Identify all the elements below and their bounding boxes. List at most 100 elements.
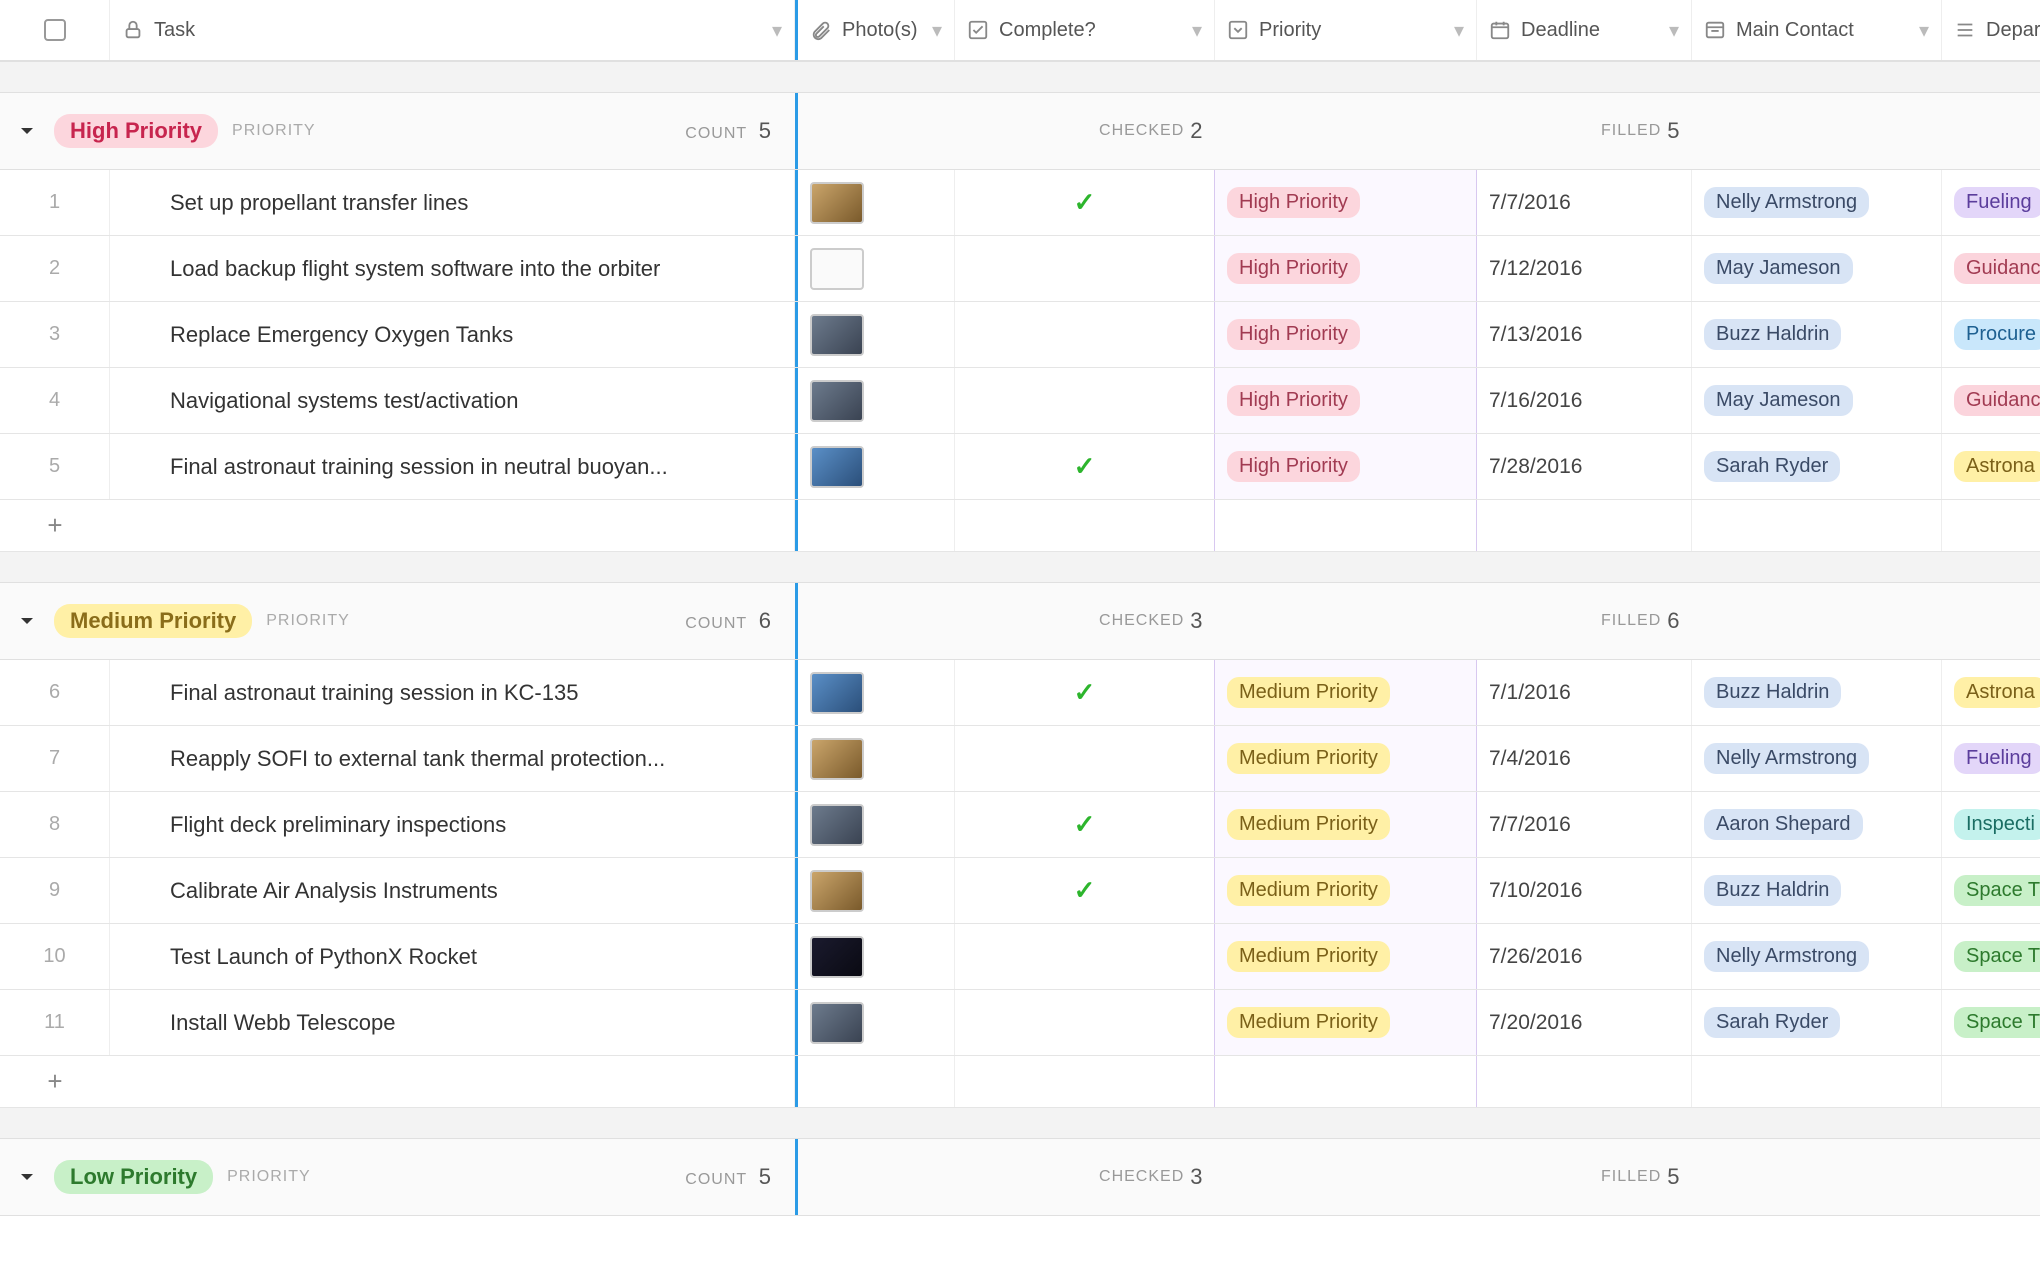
header-dept[interactable]: Depar [1942,0,2040,60]
contact-cell[interactable]: Buzz Haldrin [1692,660,1942,725]
contact-cell[interactable]: Nelly Armstrong [1692,170,1942,235]
priority-cell[interactable]: Medium Priority [1215,660,1477,725]
table-row[interactable]: 9 Calibrate Air Analysis Instruments ✓ M… [0,858,2040,924]
chevron-down-icon[interactable]: ▾ [1669,18,1679,43]
contact-cell[interactable]: May Jameson [1692,236,1942,301]
table-row[interactable]: 2 Load backup flight system software int… [0,236,2040,302]
photo-thumbnail[interactable] [810,870,864,912]
photo-thumbnail[interactable] [810,804,864,846]
header-photo[interactable]: Photo(s) ▾ [795,0,955,60]
deadline-cell[interactable]: 7/7/2016 [1477,170,1692,235]
photo-cell[interactable] [795,858,955,923]
task-cell[interactable]: Calibrate Air Analysis Instruments [110,858,795,923]
table-row[interactable]: 4 Navigational systems test/activation H… [0,368,2040,434]
chevron-down-icon[interactable]: ▾ [1454,18,1464,43]
contact-cell[interactable]: Buzz Haldrin [1692,302,1942,367]
table-row[interactable]: 10 Test Launch of PythonX Rocket Medium … [0,924,2040,990]
deadline-cell[interactable]: 7/10/2016 [1477,858,1692,923]
deadline-cell[interactable]: 7/12/2016 [1477,236,1692,301]
dept-cell[interactable]: Astrona [1942,660,2040,725]
task-cell[interactable]: Reapply SOFI to external tank thermal pr… [110,726,795,791]
complete-cell[interactable]: ✓ [955,792,1215,857]
task-cell[interactable]: Install Webb Telescope [110,990,795,1055]
dept-cell[interactable]: Guidanc [1942,368,2040,433]
contact-cell[interactable]: Sarah Ryder [1692,434,1942,499]
collapse-caret-icon[interactable] [12,1162,42,1192]
complete-cell[interactable] [955,726,1215,791]
task-cell[interactable]: Replace Emergency Oxygen Tanks [110,302,795,367]
table-row[interactable]: 1 Set up propellant transfer lines ✓ Hig… [0,170,2040,236]
task-cell[interactable]: Final astronaut training session in KC-1… [110,660,795,725]
complete-cell[interactable]: ✓ [955,660,1215,725]
dept-cell[interactable]: Space T [1942,990,2040,1055]
dept-cell[interactable]: Fueling [1942,170,2040,235]
deadline-cell[interactable]: 7/13/2016 [1477,302,1692,367]
photo-cell[interactable] [795,368,955,433]
dept-cell[interactable]: Space T [1942,858,2040,923]
complete-cell[interactable]: ✓ [955,434,1215,499]
dept-cell[interactable]: Inspecti [1942,792,2040,857]
photo-thumbnail[interactable] [810,248,864,290]
contact-cell[interactable]: Nelly Armstrong [1692,924,1942,989]
chevron-down-icon[interactable]: ▾ [1919,18,1929,43]
priority-cell[interactable]: Medium Priority [1215,792,1477,857]
complete-cell[interactable] [955,990,1215,1055]
photo-cell[interactable] [795,660,955,725]
chevron-down-icon[interactable]: ▾ [772,18,782,43]
complete-cell[interactable] [955,368,1215,433]
photo-cell[interactable] [795,434,955,499]
header-checkbox-cell[interactable] [0,0,110,60]
photo-cell[interactable] [795,726,955,791]
dept-cell[interactable]: Procure [1942,302,2040,367]
deadline-cell[interactable]: 7/26/2016 [1477,924,1692,989]
task-cell[interactable]: Test Launch of PythonX Rocket [110,924,795,989]
table-row[interactable]: 6 Final astronaut training session in KC… [0,660,2040,726]
contact-cell[interactable]: May Jameson [1692,368,1942,433]
priority-cell[interactable]: Medium Priority [1215,924,1477,989]
dept-cell[interactable]: Space T [1942,924,2040,989]
deadline-cell[interactable]: 7/1/2016 [1477,660,1692,725]
photo-thumbnail[interactable] [810,446,864,488]
complete-cell[interactable]: ✓ [955,170,1215,235]
priority-cell[interactable]: High Priority [1215,302,1477,367]
deadline-cell[interactable]: 7/16/2016 [1477,368,1692,433]
dept-cell[interactable]: Guidanc [1942,236,2040,301]
complete-cell[interactable] [955,236,1215,301]
photo-thumbnail[interactable] [810,936,864,978]
priority-cell[interactable]: Medium Priority [1215,858,1477,923]
add-row[interactable]: + [0,1056,2040,1108]
photo-thumbnail[interactable] [810,380,864,422]
task-cell[interactable]: Load backup flight system software into … [110,236,795,301]
priority-cell[interactable]: High Priority [1215,368,1477,433]
chevron-down-icon[interactable]: ▾ [1192,18,1202,43]
priority-cell[interactable]: Medium Priority [1215,726,1477,791]
collapse-caret-icon[interactable] [12,606,42,636]
photo-cell[interactable] [795,236,955,301]
complete-cell[interactable] [955,302,1215,367]
deadline-cell[interactable]: 7/7/2016 [1477,792,1692,857]
header-complete[interactable]: Complete? ▾ [955,0,1215,60]
table-row[interactable]: 8 Flight deck preliminary inspections ✓ … [0,792,2040,858]
task-cell[interactable]: Final astronaut training session in neut… [110,434,795,499]
table-row[interactable]: 3 Replace Emergency Oxygen Tanks High Pr… [0,302,2040,368]
complete-cell[interactable] [955,924,1215,989]
table-row[interactable]: 7 Reapply SOFI to external tank thermal … [0,726,2040,792]
task-cell[interactable]: Navigational systems test/activation [110,368,795,433]
photo-thumbnail[interactable] [810,672,864,714]
photo-cell[interactable] [795,170,955,235]
header-deadline[interactable]: Deadline ▾ [1477,0,1692,60]
header-priority[interactable]: Priority ▾ [1215,0,1477,60]
plus-icon[interactable]: + [0,1066,110,1097]
priority-cell[interactable]: High Priority [1215,170,1477,235]
priority-cell[interactable]: High Priority [1215,434,1477,499]
deadline-cell[interactable]: 7/28/2016 [1477,434,1692,499]
task-cell[interactable]: Set up propellant transfer lines [110,170,795,235]
photo-cell[interactable] [795,990,955,1055]
add-row[interactable]: + [0,500,2040,552]
deadline-cell[interactable]: 7/20/2016 [1477,990,1692,1055]
complete-cell[interactable]: ✓ [955,858,1215,923]
plus-icon[interactable]: + [0,510,110,541]
photo-thumbnail[interactable] [810,314,864,356]
select-all-checkbox[interactable] [44,19,66,41]
header-contact[interactable]: Main Contact ▾ [1692,0,1942,60]
